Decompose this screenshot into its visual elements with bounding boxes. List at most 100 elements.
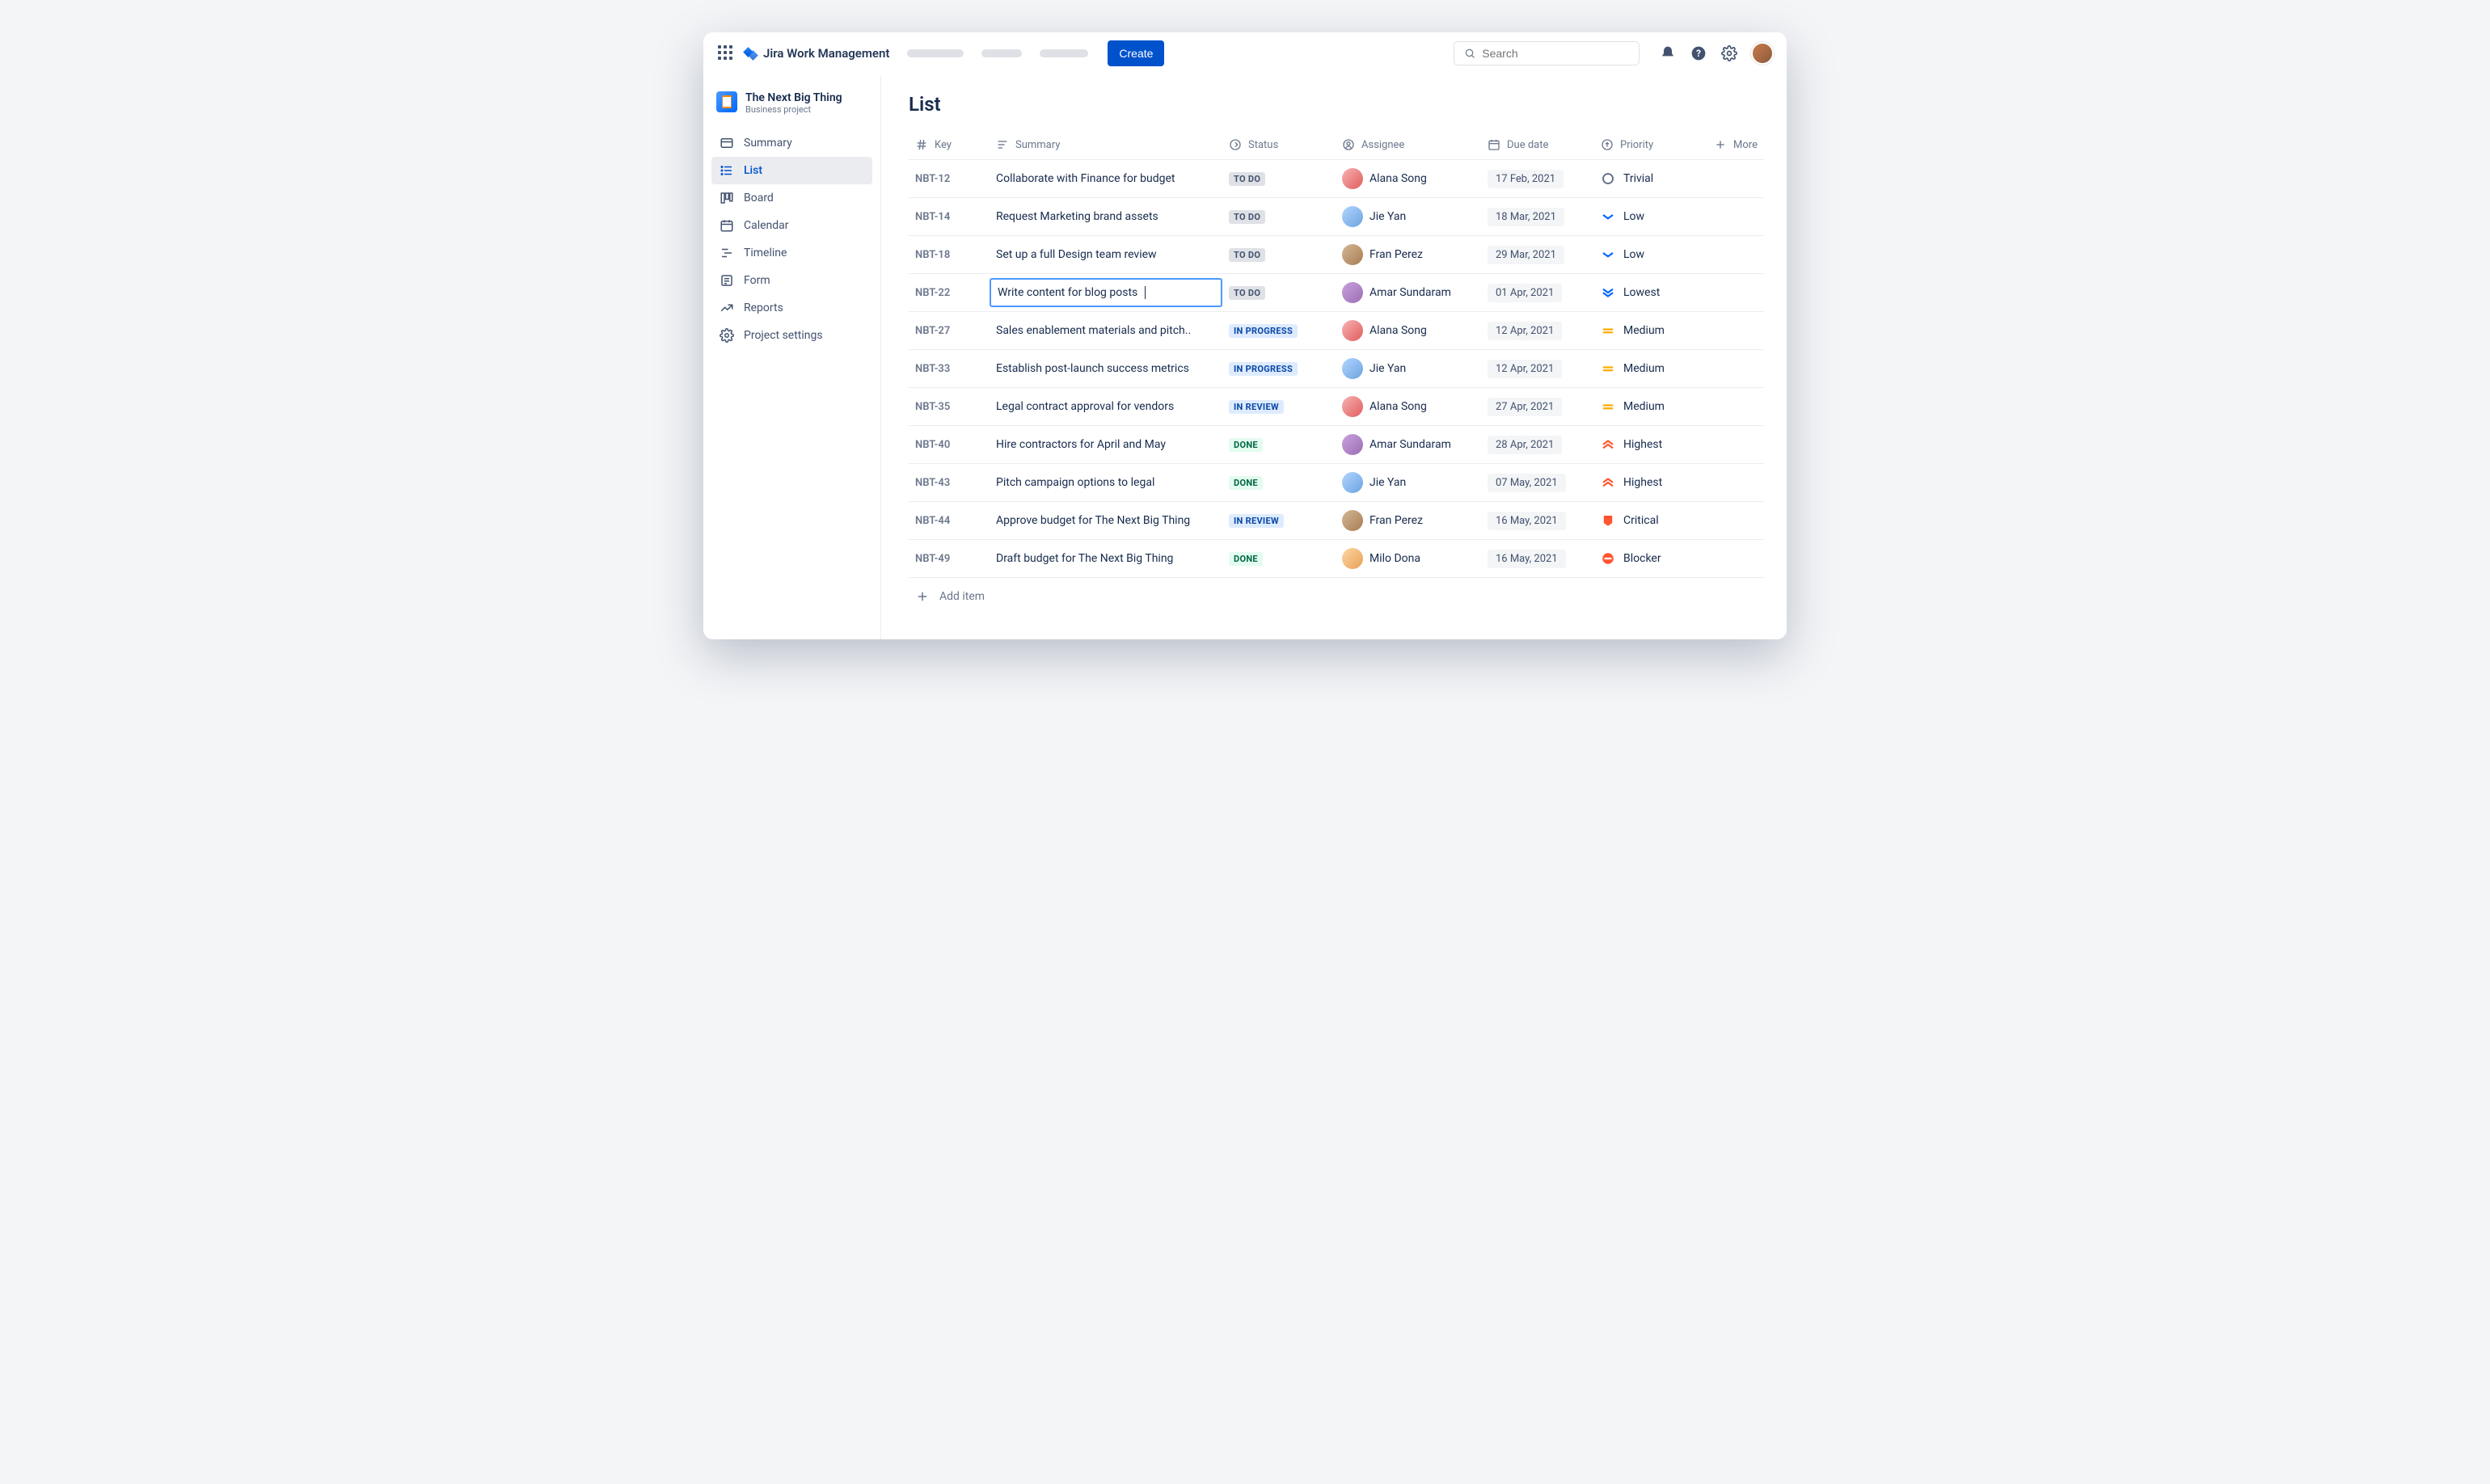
table-row[interactable]: NBT-49Draft budget for The Next Big Thin… bbox=[909, 540, 1764, 578]
sidebar-item-summary[interactable]: Summary bbox=[711, 129, 872, 157]
table-row[interactable]: NBT-27Sales enablement materials and pit… bbox=[909, 312, 1764, 350]
product-logo[interactable]: Jira Work Management bbox=[744, 46, 889, 61]
cell-summary[interactable]: Collaborate with Finance for budget bbox=[990, 164, 1222, 193]
cell-due-date[interactable]: 18 Mar, 2021 bbox=[1481, 200, 1594, 234]
column-assignee[interactable]: Assignee bbox=[1336, 130, 1481, 159]
cell-summary[interactable]: Request Marketing brand assets bbox=[990, 202, 1222, 231]
cell-key[interactable]: NBT-22 bbox=[909, 279, 990, 307]
cell-summary[interactable]: Establish post-launch success metrics bbox=[990, 354, 1222, 383]
cell-assignee[interactable]: Alana Song bbox=[1336, 312, 1481, 349]
cell-priority[interactable]: Medium bbox=[1594, 391, 1707, 422]
cell-status[interactable]: IN REVIEW bbox=[1222, 506, 1336, 536]
cell-status[interactable]: DONE bbox=[1222, 468, 1336, 498]
column-priority[interactable]: Priority bbox=[1594, 130, 1707, 159]
cell-status[interactable]: DONE bbox=[1222, 430, 1336, 460]
cell-assignee[interactable]: Jie Yan bbox=[1336, 350, 1481, 387]
add-item-button[interactable]: Add item bbox=[909, 578, 1764, 615]
cell-priority[interactable]: Blocker bbox=[1594, 543, 1707, 574]
nav-placeholder[interactable] bbox=[981, 49, 1022, 57]
cell-due-date[interactable]: 27 Apr, 2021 bbox=[1481, 390, 1594, 424]
cell-status[interactable]: IN PROGRESS bbox=[1222, 354, 1336, 384]
settings-icon[interactable] bbox=[1720, 44, 1738, 62]
cell-due-date[interactable]: 16 May, 2021 bbox=[1481, 542, 1594, 576]
cell-assignee[interactable]: Alana Song bbox=[1336, 160, 1481, 197]
cell-assignee[interactable]: Amar Sundaram bbox=[1336, 274, 1481, 311]
cell-summary[interactable]: Write content for blog posts bbox=[990, 278, 1222, 307]
table-row[interactable]: NBT-44Approve budget for The Next Big Th… bbox=[909, 502, 1764, 540]
cell-assignee[interactable]: Alana Song bbox=[1336, 388, 1481, 425]
nav-placeholder[interactable] bbox=[1040, 49, 1088, 57]
cell-due-date[interactable]: 28 Apr, 2021 bbox=[1481, 428, 1594, 462]
app-switcher-icon[interactable] bbox=[716, 44, 736, 63]
column-key[interactable]: Key bbox=[909, 130, 990, 159]
sidebar-item-calendar[interactable]: Calendar bbox=[711, 212, 872, 239]
cell-key[interactable]: NBT-12 bbox=[909, 165, 990, 193]
table-row[interactable]: NBT-14Request Marketing brand assetsTO D… bbox=[909, 198, 1764, 236]
cell-key[interactable]: NBT-14 bbox=[909, 203, 990, 231]
cell-key[interactable]: NBT-40 bbox=[909, 431, 990, 459]
cell-assignee[interactable]: Jie Yan bbox=[1336, 198, 1481, 235]
table-row[interactable]: NBT-35Legal contract approval for vendor… bbox=[909, 388, 1764, 426]
help-icon[interactable]: ? bbox=[1690, 44, 1707, 62]
sidebar-item-form[interactable]: Form bbox=[711, 267, 872, 294]
cell-assignee[interactable]: Milo Dona bbox=[1336, 540, 1481, 577]
cell-due-date[interactable]: 29 Mar, 2021 bbox=[1481, 238, 1594, 272]
cell-key[interactable]: NBT-43 bbox=[909, 469, 990, 497]
sidebar-item-timeline[interactable]: Timeline bbox=[711, 239, 872, 267]
cell-due-date[interactable]: 12 Apr, 2021 bbox=[1481, 314, 1594, 348]
cell-priority[interactable]: Low bbox=[1594, 239, 1707, 270]
table-row[interactable]: NBT-40Hire contractors for April and May… bbox=[909, 426, 1764, 464]
cell-due-date[interactable]: 01 Apr, 2021 bbox=[1481, 276, 1594, 310]
cell-status[interactable]: IN PROGRESS bbox=[1222, 316, 1336, 346]
sidebar-item-list[interactable]: List bbox=[711, 157, 872, 184]
cell-summary[interactable]: Approve budget for The Next Big Thing bbox=[990, 506, 1222, 535]
cell-key[interactable]: NBT-33 bbox=[909, 355, 990, 383]
cell-key[interactable]: NBT-18 bbox=[909, 241, 990, 269]
cell-priority[interactable]: Highest bbox=[1594, 429, 1707, 460]
cell-due-date[interactable]: 17 Feb, 2021 bbox=[1481, 162, 1594, 196]
user-avatar[interactable] bbox=[1751, 42, 1774, 65]
cell-due-date[interactable]: 16 May, 2021 bbox=[1481, 504, 1594, 538]
cell-status[interactable]: IN REVIEW bbox=[1222, 392, 1336, 422]
cell-assignee[interactable]: Fran Perez bbox=[1336, 236, 1481, 273]
sidebar-item-board[interactable]: Board bbox=[711, 184, 872, 212]
column-due-date[interactable]: Due date bbox=[1481, 130, 1594, 159]
table-row[interactable]: NBT-18Set up a full Design team reviewTO… bbox=[909, 236, 1764, 274]
cell-status[interactable]: TO DO bbox=[1222, 240, 1336, 270]
column-status[interactable]: Status bbox=[1222, 130, 1336, 159]
search-input-wrapper[interactable] bbox=[1454, 41, 1640, 65]
cell-priority[interactable]: Critical bbox=[1594, 505, 1707, 536]
cell-priority[interactable]: Lowest bbox=[1594, 277, 1707, 308]
notifications-icon[interactable] bbox=[1659, 44, 1677, 62]
column-more[interactable]: More bbox=[1707, 130, 1764, 159]
cell-priority[interactable]: Trivial bbox=[1594, 163, 1707, 194]
table-row[interactable]: NBT-12Collaborate with Finance for budge… bbox=[909, 160, 1764, 198]
sidebar-item-settings[interactable]: Project settings bbox=[711, 322, 872, 349]
cell-key[interactable]: NBT-44 bbox=[909, 507, 990, 535]
cell-status[interactable]: TO DO bbox=[1222, 202, 1336, 232]
cell-priority[interactable]: Low bbox=[1594, 201, 1707, 232]
cell-summary[interactable]: Draft budget for The Next Big Thing bbox=[990, 544, 1222, 573]
cell-key[interactable]: NBT-49 bbox=[909, 545, 990, 573]
cell-assignee[interactable]: Jie Yan bbox=[1336, 464, 1481, 501]
table-row[interactable]: NBT-33Establish post-launch success metr… bbox=[909, 350, 1764, 388]
cell-status[interactable]: TO DO bbox=[1222, 164, 1336, 194]
project-header[interactable]: The Next Big Thing Business project bbox=[711, 88, 872, 118]
cell-assignee[interactable]: Amar Sundaram bbox=[1336, 426, 1481, 463]
cell-priority[interactable]: Medium bbox=[1594, 315, 1707, 346]
cell-summary[interactable]: Set up a full Design team review bbox=[990, 240, 1222, 269]
sidebar-item-reports[interactable]: Reports bbox=[711, 294, 872, 322]
create-button[interactable]: Create bbox=[1108, 40, 1164, 66]
cell-due-date[interactable]: 07 May, 2021 bbox=[1481, 466, 1594, 500]
cell-summary[interactable]: Sales enablement materials and pitch.. bbox=[990, 316, 1222, 345]
table-row[interactable]: NBT-22Write content for blog postsTO DOA… bbox=[909, 274, 1764, 312]
cell-due-date[interactable]: 12 Apr, 2021 bbox=[1481, 352, 1594, 386]
cell-priority[interactable]: Highest bbox=[1594, 467, 1707, 498]
cell-status[interactable]: TO DO bbox=[1222, 278, 1336, 308]
nav-placeholder[interactable] bbox=[907, 49, 964, 57]
table-row[interactable]: NBT-43Pitch campaign options to legalDON… bbox=[909, 464, 1764, 502]
cell-assignee[interactable]: Fran Perez bbox=[1336, 502, 1481, 539]
column-summary[interactable]: Summary bbox=[990, 130, 1222, 159]
cell-key[interactable]: NBT-35 bbox=[909, 393, 990, 421]
cell-summary[interactable]: Hire contractors for April and May bbox=[990, 430, 1222, 459]
